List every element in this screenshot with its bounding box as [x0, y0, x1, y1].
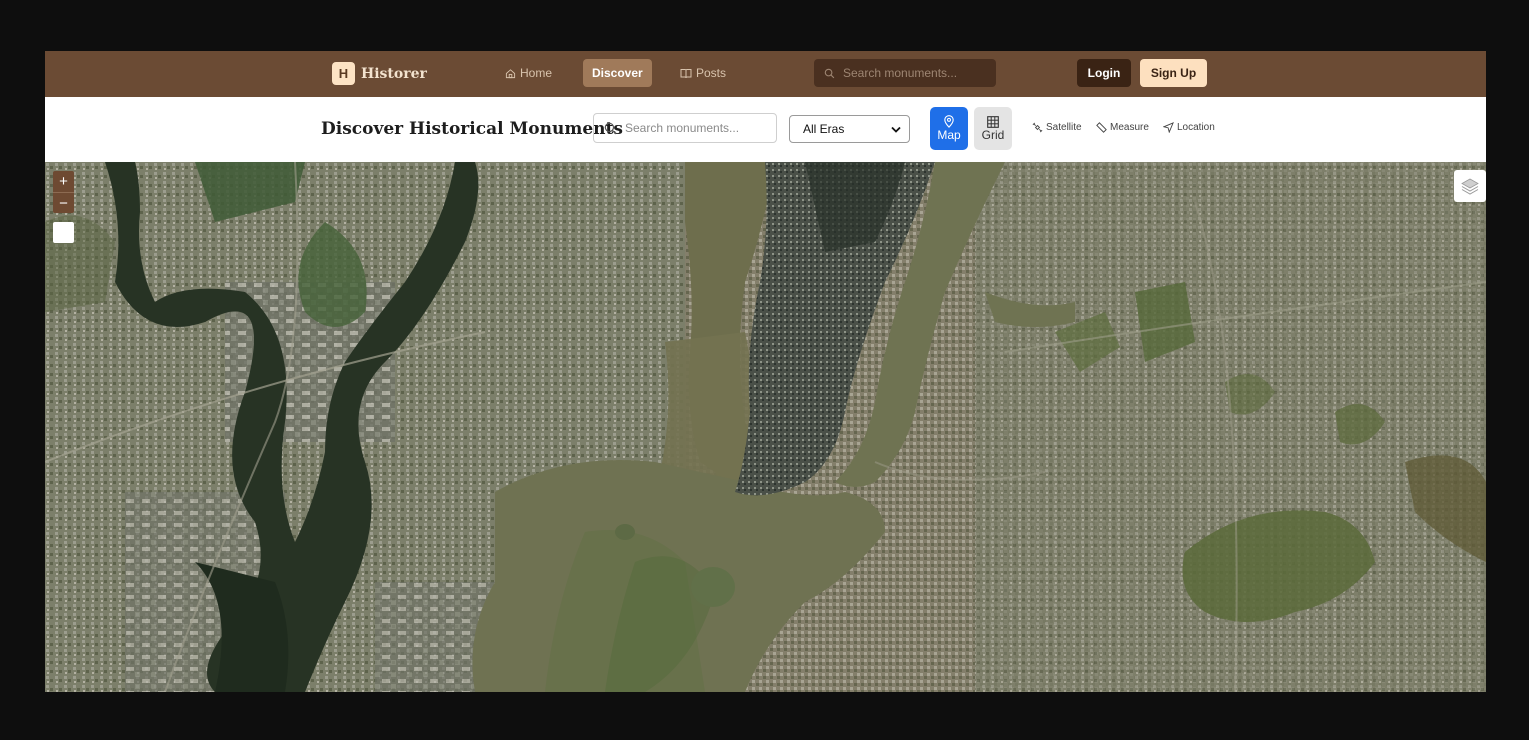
nav-home-label: Home — [520, 66, 553, 80]
grid-icon — [987, 115, 999, 128]
nav-search-placeholder: Search monuments... — [843, 66, 958, 80]
home-icon — [505, 68, 516, 78]
layers-button[interactable] — [1454, 170, 1486, 202]
measure-label: Measure — [1110, 122, 1149, 133]
map-view-button[interactable]: Map — [930, 107, 968, 150]
map-control-button[interactable] — [53, 222, 74, 243]
grid-view-button[interactable]: Grid — [974, 107, 1012, 150]
location-label: Location — [1177, 122, 1215, 133]
nav-search-input[interactable]: Search monuments... — [814, 59, 996, 87]
search-icon — [604, 122, 617, 134]
grid-view-label: Grid — [981, 127, 1005, 142]
brand-name: Historer — [361, 65, 427, 82]
chevron-down-icon — [891, 126, 901, 133]
brand[interactable]: H Historer — [332, 62, 427, 85]
map-view-label: Map — [937, 128, 961, 142]
zoom-out-button[interactable]: − — [53, 192, 74, 213]
nav-discover-label: Discover — [592, 66, 643, 80]
satellite-toggle[interactable]: Satellite — [1032, 122, 1082, 133]
nav-discover[interactable]: Discover — [583, 59, 652, 87]
book-icon — [680, 68, 692, 78]
discover-toolbar: Discover Historical Monuments Search mon… — [45, 97, 1486, 162]
layers-icon — [1461, 178, 1479, 195]
location-button[interactable]: Location — [1163, 122, 1215, 133]
monument-search-placeholder: Search monuments... — [625, 121, 740, 135]
measure-tool[interactable]: Measure — [1096, 122, 1149, 133]
login-button[interactable]: Login — [1077, 59, 1131, 87]
search-icon — [824, 68, 835, 78]
zoom-in-button[interactable]: + — [53, 171, 74, 192]
signup-button[interactable]: Sign Up — [1140, 59, 1207, 87]
zoom-control: + − — [53, 171, 74, 213]
nav-home[interactable]: Home — [496, 59, 561, 87]
satellite-icon — [1032, 122, 1043, 133]
era-select[interactable]: All Eras — [789, 115, 910, 143]
monument-search-input[interactable]: Search monuments... — [593, 113, 777, 143]
ruler-icon — [1096, 122, 1107, 133]
satellite-map[interactable]: + − — [45, 162, 1486, 692]
navigation-arrow-icon — [1163, 122, 1174, 133]
satellite-imagery — [45, 162, 1486, 692]
brand-logo: H — [332, 62, 355, 85]
nav-posts-label: Posts — [696, 66, 727, 80]
top-navbar: H Historer Home Discover Posts Search mo… — [45, 51, 1486, 97]
era-select-value: All Eras — [803, 122, 845, 136]
nav-posts[interactable]: Posts — [671, 59, 735, 87]
satellite-label: Satellite — [1046, 122, 1082, 133]
app-window: H Historer Home Discover Posts Search mo… — [45, 51, 1486, 692]
map-pin-icon — [944, 115, 954, 128]
page-title: Discover Historical Monuments — [321, 119, 623, 139]
